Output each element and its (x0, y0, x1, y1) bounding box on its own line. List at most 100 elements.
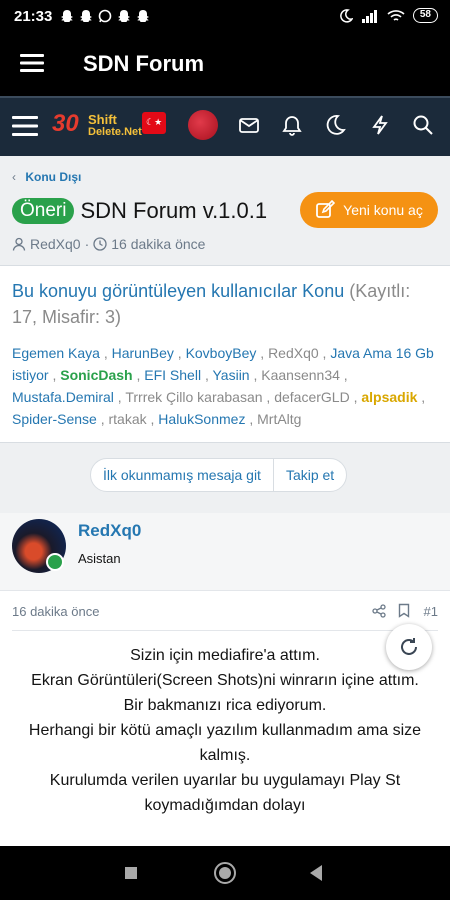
viewer-user-link[interactable]: alpsadik (361, 389, 417, 405)
new-thread-label: Yeni konu aç (343, 202, 423, 218)
post-time[interactable]: 16 dakika önce (12, 604, 99, 619)
do-not-disturb-icon (340, 8, 353, 23)
thread-title-text: SDN Forum v.1.0.1 (80, 198, 268, 223)
site-navigation-bar: 30 Shift Delete.Net (0, 96, 450, 156)
list-separator: , (96, 411, 109, 427)
post-meta: 16 dakika önce #1 (12, 591, 438, 631)
viewer-user-link[interactable]: EFI Shell (144, 367, 201, 383)
prefix-badge[interactable]: Öneri (12, 198, 75, 224)
viewer-user-link[interactable]: Mustafa.Demiral (12, 389, 114, 405)
viewers-heading-text: Bu konuyu görüntüleyen kullanıcılar Konu (12, 281, 345, 301)
snapchat-icon (61, 10, 73, 22)
recents-icon[interactable] (125, 867, 137, 879)
menu-icon[interactable] (20, 53, 44, 73)
breadcrumb[interactable]: ‹ Konu Dışı (12, 170, 81, 184)
site-menu-icon[interactable] (12, 114, 38, 138)
dark-mode-icon[interactable] (324, 114, 346, 136)
list-separator: , (349, 389, 362, 405)
post-user-role: Asistan (78, 551, 121, 566)
viewer-user-link[interactable]: RedXq0 (268, 345, 319, 361)
viewers-heading: Bu konuyu görüntüleyen kullanıcılar Konu… (12, 278, 438, 330)
notification-icons (60, 9, 150, 23)
post-username[interactable]: RedXq0 (78, 521, 141, 541)
viewer-user-link[interactable]: HalukSonmez (158, 411, 245, 427)
list-separator: , (318, 345, 331, 361)
viewers-section: Bu konuyu görüntüleyen kullanıcılar Konu… (0, 266, 450, 443)
bookmark-icon[interactable] (398, 603, 410, 618)
thread-page: ‹ Konu Dışı Öneri SDN Forum v.1.0.1 Yeni… (0, 156, 450, 846)
list-separator: , (249, 367, 262, 383)
logo-text-line1: Shift (88, 112, 117, 127)
app-bar: SDN Forum (0, 34, 450, 96)
turkish-flag-icon (142, 112, 166, 134)
yarn-ball-icon[interactable] (188, 110, 218, 140)
app-title: SDN Forum (83, 51, 204, 76)
share-icon[interactable] (372, 604, 386, 618)
battery-level: 58 (412, 8, 438, 23)
edit-icon (316, 200, 336, 218)
logo-number: 30 (52, 110, 79, 137)
viewer-user-link[interactable]: rtakak (109, 411, 147, 427)
mail-icon[interactable] (238, 114, 260, 136)
bell-icon[interactable] (281, 114, 303, 136)
home-icon[interactable] (214, 862, 236, 884)
status-time: 21:33 (14, 8, 53, 25)
site-logo[interactable]: 30 Shift Delete.Net (52, 110, 170, 144)
viewer-user-link[interactable]: HarunBey (112, 345, 174, 361)
viewer-user-link[interactable]: Yasiin (213, 367, 250, 383)
logo-text-line2: Delete.Net (88, 126, 142, 138)
chevron-left-icon: ‹ (12, 170, 16, 184)
signal-icon (361, 9, 377, 23)
separator: · (84, 236, 90, 252)
clock-icon (93, 237, 107, 251)
snapchat-icon (118, 10, 130, 22)
viewer-user-link[interactable]: Kaansenn34 (261, 367, 340, 383)
list-separator: , (417, 389, 426, 405)
post-body-line: Ekran Görüntüleri(Screen Shots)ni winrar… (31, 672, 419, 689)
post-number[interactable]: #1 (424, 604, 438, 619)
viewer-user-link[interactable]: MrtAltg (257, 411, 301, 427)
post-body-line: Herhangi bir kötü amaçlı yazılım kullanm… (28, 722, 422, 764)
snapchat-icon (137, 10, 149, 22)
system-icons: 58 (339, 8, 438, 23)
post-body-line: Bir bakmanızı rica ediyorum. (123, 697, 327, 714)
post-body-line: Kurulumda verilen uyarılar bu uygulamayı… (49, 772, 401, 789)
list-separator: , (132, 367, 145, 383)
viewer-user-link[interactable]: SonicDash (60, 367, 132, 383)
list-separator: , (339, 367, 348, 383)
refresh-button[interactable] (386, 624, 432, 670)
thread-time[interactable]: 16 dakika önce (111, 236, 205, 252)
back-icon[interactable] (310, 865, 322, 881)
post-author-block: RedXq0 Asistan (0, 513, 450, 591)
viewer-user-link[interactable]: Egemen Kaya (12, 345, 100, 361)
thread-actions: İlk okunmamış mesaja git Takip et (0, 443, 450, 513)
list-separator: , (201, 367, 213, 383)
post-body-line: Sizin için mediafire'a attım. (130, 647, 320, 664)
status-bar: 21:33 58 (0, 0, 450, 34)
new-thread-button[interactable]: Yeni konu aç (300, 192, 438, 228)
list-separator: , (48, 367, 61, 383)
snapchat-icon (80, 10, 92, 22)
viewer-user-link[interactable]: Spider-Sense (12, 411, 97, 427)
list-separator: , (146, 411, 159, 427)
viewer-user-link[interactable]: Trrrek Çillo karabasan (125, 389, 262, 405)
thread-meta: RedXq0 · 16 dakika önce (12, 236, 205, 252)
list-separator: , (99, 345, 112, 361)
post-body: Sizin için mediafire'a attım. Ekran Görün… (0, 631, 450, 830)
action-button-group: İlk okunmamış mesaja git Takip et (90, 458, 348, 492)
follow-button[interactable]: Takip et (274, 459, 346, 491)
list-separator: , (113, 389, 126, 405)
viewer-user-link[interactable]: KovboyBey (186, 345, 257, 361)
lightning-icon[interactable] (369, 114, 391, 136)
thread-author[interactable]: RedXq0 (30, 236, 81, 252)
search-icon[interactable] (412, 114, 434, 136)
viewer-user-link[interactable]: defacerGLD (274, 389, 349, 405)
online-status-icon (46, 553, 64, 571)
viewers-list: Egemen Kaya , HarunBey , KovboyBey , Red… (12, 342, 438, 430)
first-unread-button[interactable]: İlk okunmamış mesaja git (91, 459, 274, 491)
breadcrumb-label[interactable]: Konu Dışı (25, 170, 81, 184)
whatsapp-icon (98, 9, 112, 23)
list-separator: , (245, 411, 258, 427)
post-body-line: koymadığımdan dolayı (144, 797, 306, 814)
system-navigation-bar (0, 846, 450, 900)
